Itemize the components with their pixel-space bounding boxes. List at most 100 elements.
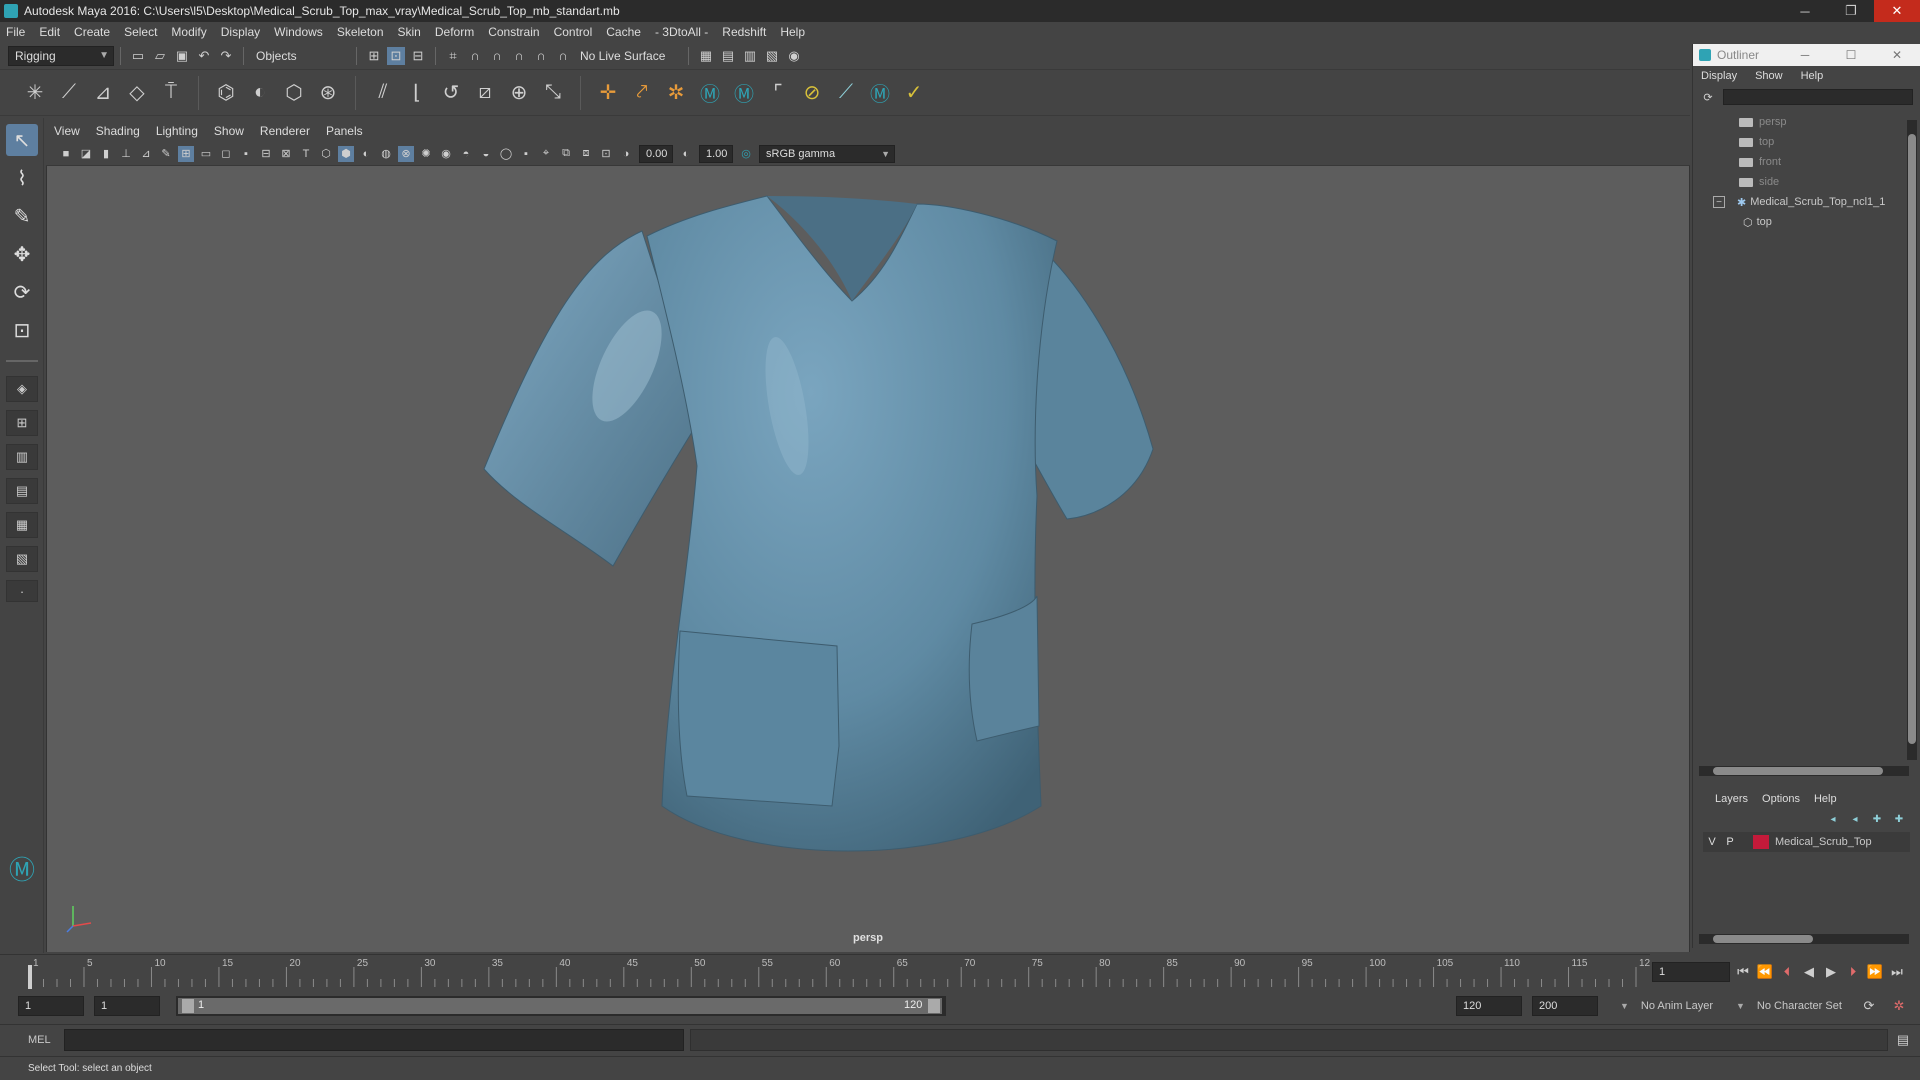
maya-script-icon[interactable]: Ⓜ	[695, 78, 725, 108]
snap-surface-icon[interactable]: ∩	[532, 47, 550, 65]
lasso-tool-icon[interactable]: ⌇	[6, 162, 38, 194]
tool-yellow-icon[interactable]: ⊘	[797, 78, 827, 108]
new-layer-icon[interactable]: ✚	[1868, 812, 1886, 826]
wrap-icon[interactable]: ⬡	[279, 78, 309, 108]
range-slider-bar[interactable]	[178, 998, 942, 1014]
play-backward-icon[interactable]: ◀	[1800, 963, 1818, 981]
outliner-minimize-button[interactable]: ─	[1782, 44, 1828, 66]
outliner-vscrollbar[interactable]	[1907, 120, 1917, 760]
vp-menu-show[interactable]: Show	[214, 124, 244, 138]
current-time-marker[interactable]	[28, 965, 32, 989]
new-layer-selected-icon[interactable]: ✚	[1890, 812, 1908, 826]
layer-menu-options[interactable]: Options	[1762, 793, 1800, 805]
refresh-icon[interactable]: ⟳	[1701, 90, 1715, 104]
menu-deform[interactable]: Deform	[435, 25, 474, 39]
scrub-top-mesh[interactable]	[483, 195, 1154, 852]
depth-of-field-icon[interactable]: ◯	[498, 146, 514, 162]
menu-set-dropdown[interactable]: Rigging ▼	[8, 45, 114, 66]
layer-menu-help[interactable]: Help	[1814, 793, 1837, 805]
range-slider[interactable]: 1 120	[176, 996, 946, 1016]
redo-icon[interactable]: ↷	[217, 47, 235, 65]
step-back-key-icon[interactable]: ⏴	[1778, 963, 1796, 981]
wireframe-on-shaded-icon[interactable]: ◐	[358, 146, 374, 162]
render-icon[interactable]: ▤	[719, 47, 737, 65]
menu-3dtoall[interactable]: - 3DtoAll -	[655, 25, 708, 39]
maya-script-3-icon[interactable]: Ⓜ	[865, 78, 895, 108]
menu-file[interactable]: File	[6, 25, 25, 39]
ik-spline-icon[interactable]: ⊿	[88, 78, 118, 108]
safe-action-icon[interactable]: ⊠	[278, 146, 294, 162]
command-language-label[interactable]: MEL	[28, 1034, 62, 1046]
undo-icon[interactable]: ↶	[195, 47, 213, 65]
step-forward-key-icon[interactable]: ⏵	[1844, 963, 1862, 981]
outliner-item-side[interactable]: side	[1693, 172, 1920, 192]
maya-script-2-icon[interactable]: Ⓜ	[729, 78, 759, 108]
selection-mode-dropdown[interactable]: Objects	[250, 45, 350, 66]
camera-attr-icon[interactable]: ⊿	[138, 146, 154, 162]
menu-modify[interactable]: Modify	[171, 25, 206, 39]
menu-skin[interactable]: Skin	[398, 25, 421, 39]
smooth-shade-icon[interactable]: ⬢	[338, 145, 354, 162]
menu-redshift[interactable]: Redshift	[722, 25, 766, 39]
grease-pencil-icon[interactable]: ✎	[158, 146, 174, 162]
scale-tool-icon[interactable]: ⊡	[6, 314, 38, 346]
collapse-icon[interactable]: −	[1713, 196, 1725, 208]
minimize-button[interactable]: ─	[1782, 0, 1828, 22]
anim-layer-dropdown[interactable]: ▼ No Anim Layer	[1620, 1000, 1713, 1012]
film-gate-icon[interactable]: ▭	[198, 146, 214, 162]
aim-constraint-icon[interactable]: ⌊	[402, 78, 432, 108]
layer-visibility-toggle[interactable]: V	[1703, 836, 1721, 848]
move-tool-icon[interactable]: ✥	[6, 238, 38, 270]
viewport-3d[interactable]: persp	[47, 166, 1689, 952]
parent-constraint-icon[interactable]: ⊕	[504, 78, 534, 108]
scrollbar-thumb[interactable]	[1713, 935, 1813, 943]
playback-end-field[interactable]: 120	[1456, 996, 1522, 1016]
close-button[interactable]: ✕	[1874, 0, 1920, 22]
tool-brush-icon[interactable]: ⟋	[831, 78, 861, 108]
menu-constrain[interactable]: Constrain	[488, 25, 539, 39]
move-layer-up-icon[interactable]: ◂	[1824, 812, 1842, 826]
go-to-end-icon[interactable]: ⏭	[1888, 963, 1906, 981]
xray-icon[interactable]: ⌖	[538, 146, 554, 162]
step-back-icon[interactable]: ⏪	[1756, 963, 1774, 981]
vp-menu-renderer[interactable]: Renderer	[260, 124, 310, 138]
scrollbar-thumb[interactable]	[1713, 767, 1883, 775]
connect-joint-icon[interactable]: ⤤	[627, 78, 657, 108]
playback-start-field[interactable]: 1	[94, 996, 160, 1016]
skin-bind-icon[interactable]: ◇	[122, 78, 152, 108]
cluster-icon[interactable]: ◐	[245, 78, 275, 108]
paint-weights-icon[interactable]: ⍑	[156, 78, 186, 108]
bookmark-icon[interactable]: ▮	[98, 146, 114, 162]
start-time-field[interactable]: 1	[18, 996, 84, 1016]
new-scene-icon[interactable]: ▭	[129, 47, 147, 65]
outliner-search-input[interactable]	[1723, 89, 1913, 105]
layout-outliner-icon[interactable]: ▧	[6, 546, 38, 572]
layer-playback-toggle[interactable]: P	[1721, 836, 1739, 848]
snap-live-icon[interactable]: ∩	[554, 47, 572, 65]
outliner-maximize-button[interactable]: ☐	[1828, 44, 1874, 66]
xray-active-icon[interactable]: ⧈	[578, 146, 594, 162]
locator-icon[interactable]: ✛	[593, 78, 623, 108]
open-scene-icon[interactable]: ▱	[151, 47, 169, 65]
screen-space-ao-icon[interactable]: ◉	[438, 146, 454, 162]
field-chart-icon[interactable]: ⊟	[258, 146, 274, 162]
go-to-start-icon[interactable]: ⏮	[1734, 963, 1752, 981]
exposure-icon[interactable]: ◑	[618, 146, 634, 162]
vp-menu-lighting[interactable]: Lighting	[156, 124, 198, 138]
snap-grid-icon[interactable]: ⌗	[444, 47, 462, 65]
snap-point-icon[interactable]: ∩	[488, 47, 506, 65]
menu-cache[interactable]: Cache	[606, 25, 641, 39]
use-all-lights-icon[interactable]: ⊗	[398, 145, 414, 162]
pole-vector-icon[interactable]: ⤡	[538, 78, 568, 108]
animation-prefs-icon[interactable]: ✲	[1890, 997, 1908, 1015]
vp-menu-shading[interactable]: Shading	[96, 124, 140, 138]
gamma-icon[interactable]: ◐	[678, 146, 694, 162]
layout-side-icon[interactable]: ▥	[6, 444, 38, 470]
command-input[interactable]	[64, 1028, 684, 1051]
joint-tool-icon[interactable]: ✳	[20, 78, 50, 108]
snap-view-icon[interactable]: ∩	[510, 47, 528, 65]
shadows-icon[interactable]: ✺	[418, 146, 434, 162]
isolate-select-icon[interactable]: ▪	[518, 146, 534, 162]
step-forward-icon[interactable]: ⏩	[1866, 963, 1884, 981]
outliner-item-front[interactable]: front	[1693, 152, 1920, 172]
